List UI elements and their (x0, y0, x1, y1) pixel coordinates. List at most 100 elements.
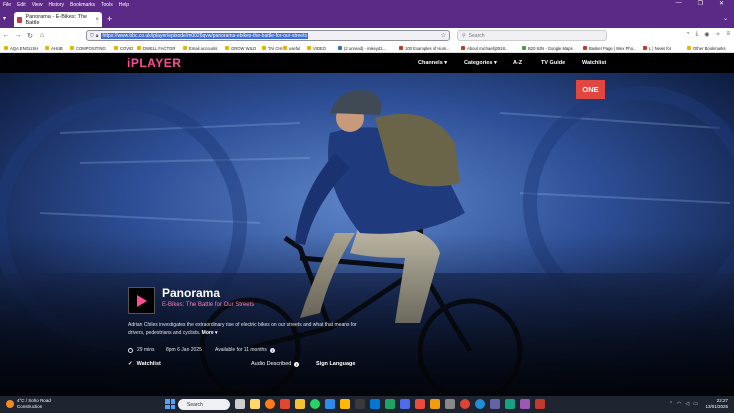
bookmark-item[interactable]: useful (283, 44, 300, 52)
menu-history[interactable]: History (48, 2, 64, 8)
bookmark-item[interactable]: 100 Examples of Hum... (399, 44, 450, 52)
duration: 29 mins (128, 347, 155, 353)
wifi-icon[interactable]: ◠ (677, 401, 681, 407)
search-field[interactable]: ⚲ Search (457, 30, 607, 41)
bookmark-item[interactable]: AHUB (45, 44, 63, 52)
bookmark-item[interactable]: B20 8JN - Google Maps (522, 44, 573, 52)
outlook-icon[interactable] (370, 399, 380, 409)
tab-close-icon[interactable]: × (95, 17, 99, 23)
audio-described-button[interactable]: Audio Described i (251, 361, 300, 367)
chevron-up-icon[interactable]: ⌃ (669, 401, 673, 407)
address-bar[interactable]: ⛉ 🔒︎ https://www.bbc.co.uk/iplayer/episo… (86, 30, 450, 41)
app-icon[interactable] (415, 399, 425, 409)
app-menu-icon[interactable]: ≡ (726, 31, 730, 38)
bookmark-item[interactable]: DWELL FACTOR (137, 44, 175, 52)
home-icon[interactable]: ⌂ (36, 32, 48, 39)
whatsapp-icon[interactable] (310, 399, 320, 409)
forward-icon[interactable]: → (12, 32, 24, 39)
vlc-icon[interactable] (430, 399, 440, 409)
iplayer-logo[interactable]: iPLAYER (127, 56, 181, 70)
menu-bookmarks[interactable]: Bookmarks (70, 2, 95, 8)
taskbar: 4°C / Soho Road Construction Search ⌃ ◠ … (0, 396, 734, 413)
clock-time: 22:27 (716, 398, 728, 403)
app-icon[interactable] (520, 399, 530, 409)
taskbar-apps (235, 399, 545, 409)
bookmark-item[interactable]: About michaeltj2918... (461, 44, 508, 52)
clock[interactable]: 22:27 13/01/2025 (705, 398, 728, 410)
new-tab-button[interactable]: + (107, 14, 112, 24)
tab-active[interactable]: Panorama - E-Bikes: The Battle × (14, 12, 102, 27)
bookmark-item[interactable]: Email accounts (183, 44, 217, 52)
nav-watchlist[interactable]: Watchlist (582, 60, 606, 66)
sign-language-button[interactable]: Sign Language (316, 361, 355, 367)
maps-icon (522, 46, 526, 50)
tab-list-icon[interactable]: ▾ (3, 15, 6, 22)
edge-icon[interactable] (475, 399, 485, 409)
shield-icon[interactable]: ⛉ (90, 33, 94, 39)
app-icon[interactable] (535, 399, 545, 409)
firefox-icon[interactable] (265, 399, 275, 409)
bookmark-item[interactable]: (2 unread) - mikeyd1... (338, 44, 386, 52)
extensions-icon[interactable]: ✧ (715, 31, 720, 38)
bookmark-item[interactable]: VIDEO (307, 44, 326, 52)
chrome-icon[interactable] (460, 399, 470, 409)
availability: Available for 11 months i (215, 347, 275, 353)
bookmark-item[interactable]: GROW WILD (225, 44, 256, 52)
battery-icon[interactable]: ▭ (693, 401, 698, 407)
url-text[interactable]: https://www.bbc.co.uk/iplayer/episode/m0… (101, 32, 308, 39)
nav-categories[interactable]: Categories ▾ (464, 60, 497, 66)
lock-icon[interactable]: 🔒︎ (96, 33, 99, 39)
other-bookmarks[interactable]: Other Bookmarks (687, 44, 726, 52)
minimize-button[interactable]: — (676, 0, 682, 7)
start-button[interactable] (165, 399, 175, 409)
menu-view[interactable]: View (32, 2, 43, 8)
teams-icon[interactable] (490, 399, 500, 409)
account-icon[interactable]: ◉ (704, 31, 709, 38)
bookmark-item[interactable]: Basket Page | Wex Pho... (583, 44, 637, 52)
watchlist-button[interactable]: ✓ Watchlist (128, 361, 161, 367)
list-all-tabs-icon[interactable]: ⌄ (723, 15, 728, 22)
app-icon[interactable] (295, 399, 305, 409)
pocket-icon[interactable]: ◔ (686, 31, 690, 38)
bookmark-item[interactable]: TAI CHI (262, 44, 283, 52)
bookmark-item[interactable]: COVID (114, 44, 133, 52)
reload-icon[interactable]: ↻ (24, 32, 36, 40)
app-icon[interactable] (280, 399, 290, 409)
menu-edit[interactable]: Edit (17, 2, 26, 8)
volume-icon[interactable]: ◁ (685, 401, 689, 407)
page-icon (399, 46, 403, 50)
page-icon (583, 46, 587, 50)
app-icon[interactable] (400, 399, 410, 409)
nav-channels[interactable]: Channels ▾ (418, 60, 447, 66)
app-icon[interactable] (385, 399, 395, 409)
app-icon[interactable] (340, 399, 350, 409)
play-button[interactable] (128, 287, 155, 314)
downloads-icon[interactable]: ⤓ (696, 31, 699, 38)
terminal-icon[interactable] (355, 399, 365, 409)
info-icon[interactable]: i (269, 347, 275, 353)
more-link[interactable]: More ▾ (202, 330, 218, 336)
navigation-bar: ← → ↻ ⌂ ⛉ 🔒︎ https://www.bbc.co.uk/iplay… (0, 28, 734, 43)
nav-tv-guide[interactable]: TV Guide (541, 60, 565, 66)
app-icon[interactable] (505, 399, 515, 409)
folder-icon (183, 46, 187, 50)
cyclist-illustration (0, 73, 734, 396)
file-explorer-icon[interactable] (250, 399, 260, 409)
back-icon[interactable]: ← (0, 32, 12, 39)
menu-tools[interactable]: Tools (101, 2, 113, 8)
app-icon[interactable] (445, 399, 455, 409)
bookmark-star-icon[interactable]: ☆ (441, 32, 446, 39)
menu-help[interactable]: Help (119, 2, 129, 8)
menu-bar: File Edit View History Bookmarks Tools H… (0, 0, 734, 9)
mail-icon[interactable] (325, 399, 335, 409)
taskbar-search[interactable]: Search (178, 399, 230, 410)
maximize-button[interactable]: ❐ (698, 0, 703, 7)
weather-widget[interactable]: 4°C / Soho Road Construction (6, 398, 51, 410)
menu-file[interactable]: File (3, 2, 11, 8)
bookmark-item[interactable]: AQA ENGLISH (4, 44, 38, 52)
bookmark-item[interactable]: L | News for (643, 44, 671, 52)
task-view-icon[interactable] (235, 399, 245, 409)
nav-a-z[interactable]: A-Z (513, 60, 522, 66)
close-window-button[interactable]: ✕ (719, 0, 724, 7)
bookmark-item[interactable]: COMPOSITING (70, 44, 106, 52)
